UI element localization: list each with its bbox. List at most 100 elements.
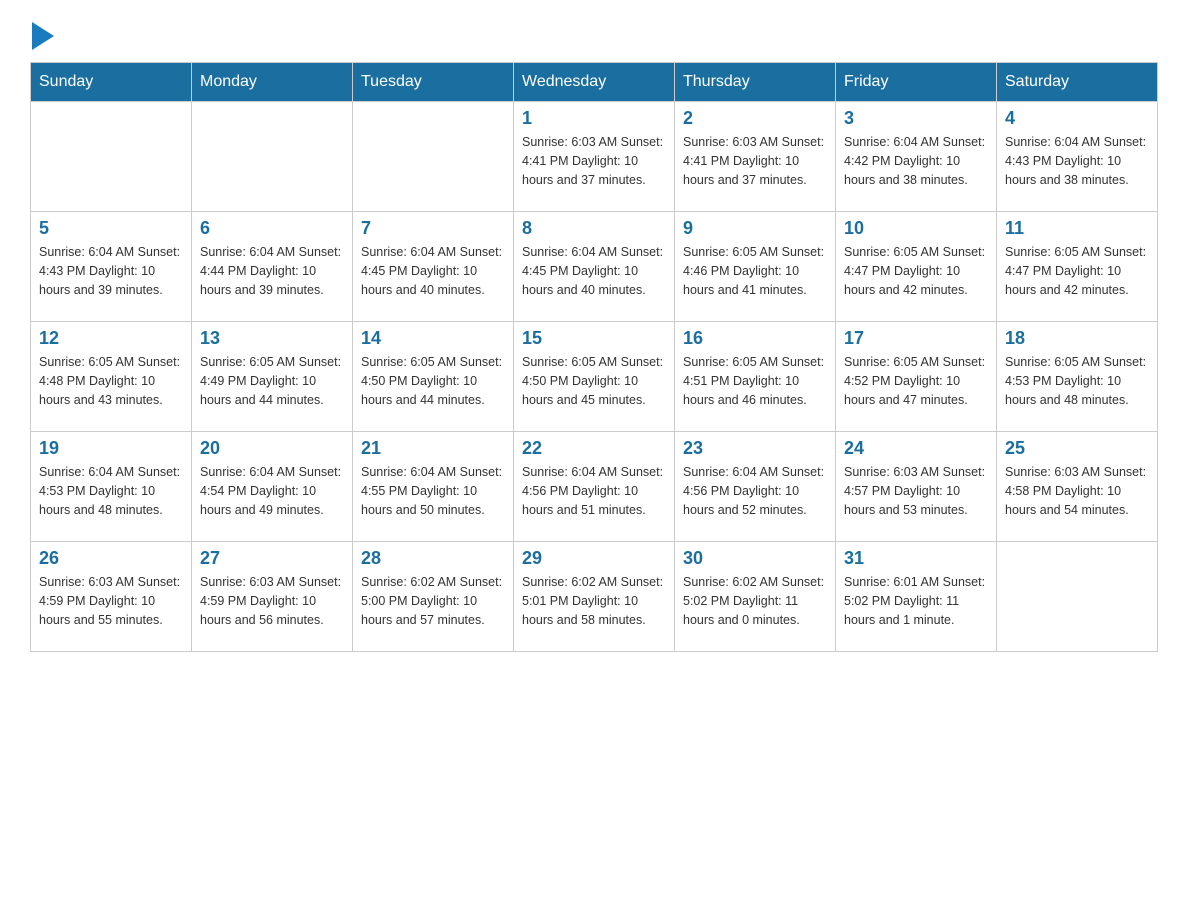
day-number: 31 xyxy=(844,548,988,569)
calendar-header: SundayMondayTuesdayWednesdayThursdayFrid… xyxy=(31,63,1158,102)
weekday-header-saturday: Saturday xyxy=(997,63,1158,102)
calendar-cell: 17 Sunrise: 6:05 AM Sunset: 4:52 PM Dayli… xyxy=(836,322,997,432)
calendar-table: SundayMondayTuesdayWednesdayThursdayFrid… xyxy=(30,62,1158,652)
calendar-cell: 15 Sunrise: 6:05 AM Sunset: 4:50 PM Dayli… xyxy=(514,322,675,432)
day-info: Sunrise: 6:05 AM Sunset: 4:47 PM Dayligh… xyxy=(844,243,988,299)
calendar-cell: 13 Sunrise: 6:05 AM Sunset: 4:49 PM Dayli… xyxy=(192,322,353,432)
day-number: 16 xyxy=(683,328,827,349)
calendar-cell xyxy=(997,542,1158,652)
day-number: 15 xyxy=(522,328,666,349)
day-number: 9 xyxy=(683,218,827,239)
day-info: Sunrise: 6:03 AM Sunset: 4:41 PM Dayligh… xyxy=(522,133,666,189)
day-number: 25 xyxy=(1005,438,1149,459)
calendar-cell: 27 Sunrise: 6:03 AM Sunset: 4:59 PM Dayli… xyxy=(192,542,353,652)
logo xyxy=(30,20,54,42)
day-number: 1 xyxy=(522,108,666,129)
day-number: 4 xyxy=(1005,108,1149,129)
day-number: 19 xyxy=(39,438,183,459)
calendar-cell: 9 Sunrise: 6:05 AM Sunset: 4:46 PM Daylig… xyxy=(675,212,836,322)
day-info: Sunrise: 6:02 AM Sunset: 5:01 PM Dayligh… xyxy=(522,573,666,629)
calendar-cell: 3 Sunrise: 6:04 AM Sunset: 4:42 PM Daylig… xyxy=(836,102,997,212)
calendar-cell: 30 Sunrise: 6:02 AM Sunset: 5:02 PM Dayli… xyxy=(675,542,836,652)
day-number: 8 xyxy=(522,218,666,239)
calendar-cell: 8Sunrise: 6:04 AM Sunset: 4:45 PM Daylig… xyxy=(514,212,675,322)
calendar-cell: 14 Sunrise: 6:05 AM Sunset: 4:50 PM Dayli… xyxy=(353,322,514,432)
day-number: 3 xyxy=(844,108,988,129)
weekday-header-row: SundayMondayTuesdayWednesdayThursdayFrid… xyxy=(31,63,1158,102)
weekday-header-sunday: Sunday xyxy=(31,63,192,102)
weekday-header-friday: Friday xyxy=(836,63,997,102)
day-info: Sunrise: 6:02 AM Sunset: 5:02 PM Dayligh… xyxy=(683,573,827,629)
day-info: Sunrise: 6:04 AM Sunset: 4:43 PM Dayligh… xyxy=(1005,133,1149,189)
weekday-header-thursday: Thursday xyxy=(675,63,836,102)
calendar-cell: 28 Sunrise: 6:02 AM Sunset: 5:00 PM Dayli… xyxy=(353,542,514,652)
day-info: Sunrise: 6:05 AM Sunset: 4:52 PM Dayligh… xyxy=(844,353,988,409)
day-info: Sunrise: 6:05 AM Sunset: 4:51 PM Dayligh… xyxy=(683,353,827,409)
day-number: 28 xyxy=(361,548,505,569)
day-number: 2 xyxy=(683,108,827,129)
weekday-header-tuesday: Tuesday xyxy=(353,63,514,102)
calendar-cell: 18 Sunrise: 6:05 AM Sunset: 4:53 PM Dayli… xyxy=(997,322,1158,432)
day-number: 27 xyxy=(200,548,344,569)
day-info: Sunrise: 6:03 AM Sunset: 4:57 PM Dayligh… xyxy=(844,463,988,519)
day-info: Sunrise: 6:05 AM Sunset: 4:50 PM Dayligh… xyxy=(522,353,666,409)
day-number: 23 xyxy=(683,438,827,459)
day-number: 17 xyxy=(844,328,988,349)
calendar-cell: 21 Sunrise: 6:04 AM Sunset: 4:55 PM Dayli… xyxy=(353,432,514,542)
day-info: Sunrise: 6:04 AM Sunset: 4:43 PM Dayligh… xyxy=(39,243,183,299)
page-header xyxy=(30,20,1158,42)
day-number: 7 xyxy=(361,218,505,239)
day-info: Sunrise: 6:04 AM Sunset: 4:45 PM Dayligh… xyxy=(361,243,505,299)
day-number: 13 xyxy=(200,328,344,349)
day-number: 26 xyxy=(39,548,183,569)
calendar-cell: 29 Sunrise: 6:02 AM Sunset: 5:01 PM Dayli… xyxy=(514,542,675,652)
day-number: 20 xyxy=(200,438,344,459)
day-info: Sunrise: 6:01 AM Sunset: 5:02 PM Dayligh… xyxy=(844,573,988,629)
day-number: 29 xyxy=(522,548,666,569)
calendar-cell: 7 Sunrise: 6:04 AM Sunset: 4:45 PM Daylig… xyxy=(353,212,514,322)
day-number: 24 xyxy=(844,438,988,459)
calendar-body: 1 Sunrise: 6:03 AM Sunset: 4:41 PM Daylig… xyxy=(31,102,1158,652)
calendar-week-3: 12Sunrise: 6:05 AM Sunset: 4:48 PM Dayli… xyxy=(31,322,1158,432)
day-info: Sunrise: 6:05 AM Sunset: 4:50 PM Dayligh… xyxy=(361,353,505,409)
calendar-cell: 23Sunrise: 6:04 AM Sunset: 4:56 PM Dayli… xyxy=(675,432,836,542)
day-info: Sunrise: 6:04 AM Sunset: 4:42 PM Dayligh… xyxy=(844,133,988,189)
day-number: 5 xyxy=(39,218,183,239)
day-info: Sunrise: 6:05 AM Sunset: 4:49 PM Dayligh… xyxy=(200,353,344,409)
day-info: Sunrise: 6:04 AM Sunset: 4:54 PM Dayligh… xyxy=(200,463,344,519)
calendar-week-4: 19 Sunrise: 6:04 AM Sunset: 4:53 PM Dayli… xyxy=(31,432,1158,542)
day-info: Sunrise: 6:05 AM Sunset: 4:46 PM Dayligh… xyxy=(683,243,827,299)
calendar-cell: 16 Sunrise: 6:05 AM Sunset: 4:51 PM Dayli… xyxy=(675,322,836,432)
calendar-cell xyxy=(31,102,192,212)
day-number: 14 xyxy=(361,328,505,349)
day-number: 11 xyxy=(1005,218,1149,239)
day-number: 21 xyxy=(361,438,505,459)
calendar-cell: 4 Sunrise: 6:04 AM Sunset: 4:43 PM Daylig… xyxy=(997,102,1158,212)
day-number: 18 xyxy=(1005,328,1149,349)
day-number: 10 xyxy=(844,218,988,239)
weekday-header-monday: Monday xyxy=(192,63,353,102)
calendar-cell: 26Sunrise: 6:03 AM Sunset: 4:59 PM Dayli… xyxy=(31,542,192,652)
calendar-cell: 19 Sunrise: 6:04 AM Sunset: 4:53 PM Dayli… xyxy=(31,432,192,542)
day-info: Sunrise: 6:02 AM Sunset: 5:00 PM Dayligh… xyxy=(361,573,505,629)
day-info: Sunrise: 6:04 AM Sunset: 4:55 PM Dayligh… xyxy=(361,463,505,519)
day-info: Sunrise: 6:04 AM Sunset: 4:53 PM Dayligh… xyxy=(39,463,183,519)
day-info: Sunrise: 6:03 AM Sunset: 4:59 PM Dayligh… xyxy=(200,573,344,629)
calendar-cell: 2 Sunrise: 6:03 AM Sunset: 4:41 PM Daylig… xyxy=(675,102,836,212)
day-info: Sunrise: 6:05 AM Sunset: 4:53 PM Dayligh… xyxy=(1005,353,1149,409)
calendar-cell xyxy=(353,102,514,212)
calendar-cell: 25 Sunrise: 6:03 AM Sunset: 4:58 PM Dayli… xyxy=(997,432,1158,542)
calendar-week-5: 26 Sunrise: 6:03 AM Sunset: 4:59 PM Dayli… xyxy=(31,542,1158,652)
day-info: Sunrise: 6:05 AM Sunset: 4:47 PM Dayligh… xyxy=(1005,243,1149,299)
day-info: Sunrise: 6:03 AM Sunset: 4:58 PM Dayligh… xyxy=(1005,463,1149,519)
day-info: Sunrise: 6:04 AM Sunset: 4:56 PM Dayligh… xyxy=(522,463,666,519)
day-number: 30 xyxy=(683,548,827,569)
weekday-header-wednesday: Wednesday xyxy=(514,63,675,102)
calendar-week-2: 5 Sunrise: 6:04 AM Sunset: 4:43 PM Daylig… xyxy=(31,212,1158,322)
day-number: 6 xyxy=(200,218,344,239)
day-info: Sunrise: 6:03 AM Sunset: 4:41 PM Dayligh… xyxy=(683,133,827,189)
calendar-cell: 11 Sunrise: 6:05 AM Sunset: 4:47 PM Dayli… xyxy=(997,212,1158,322)
calendar-week-1: 1 Sunrise: 6:03 AM Sunset: 4:41 PM Daylig… xyxy=(31,102,1158,212)
calendar-cell: 24 Sunrise: 6:03 AM Sunset: 4:57 PM Dayli… xyxy=(836,432,997,542)
day-number: 12 xyxy=(39,328,183,349)
